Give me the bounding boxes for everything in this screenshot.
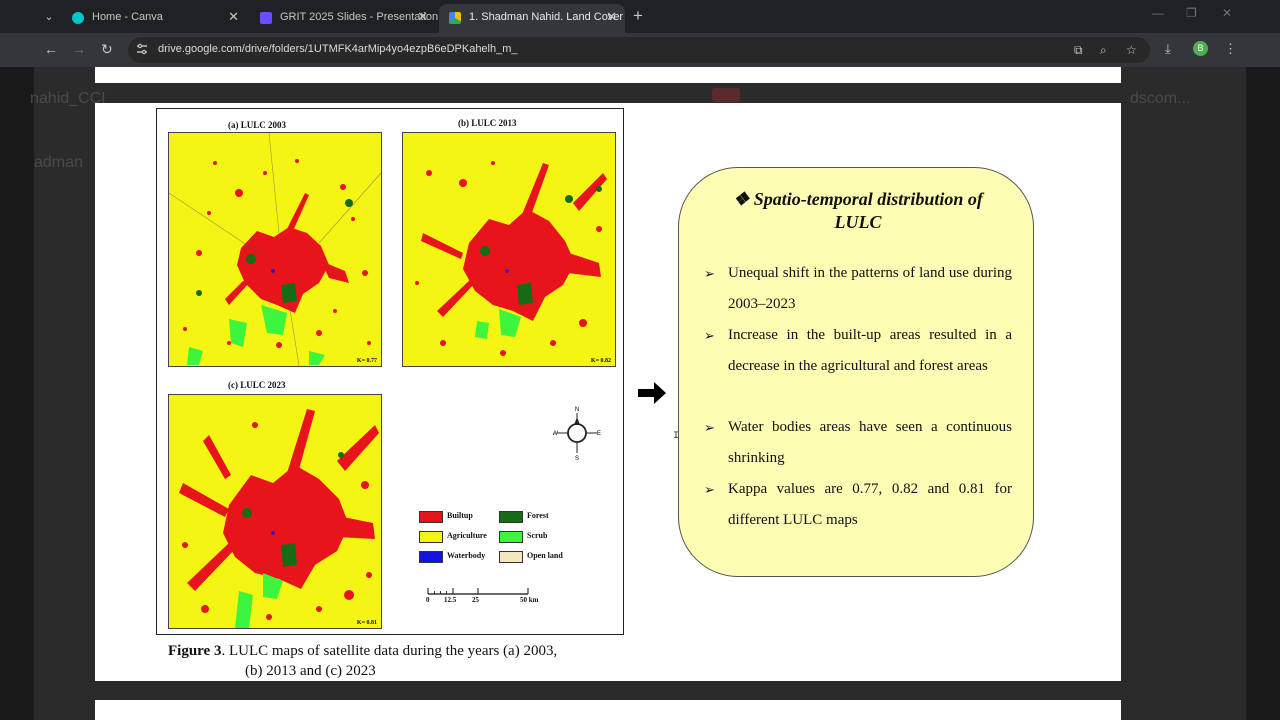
scale-tick-25: 25 xyxy=(472,596,479,604)
install-app-icon[interactable]: ⧉ xyxy=(1074,43,1083,58)
presentation-favicon-icon xyxy=(260,12,272,24)
window-close-icon[interactable]: ✕ xyxy=(1222,6,1232,20)
legend-swatch xyxy=(419,551,443,563)
compass-s: S xyxy=(575,456,579,461)
right-arrow-icon xyxy=(638,382,666,404)
caption-label: Figure 3 xyxy=(168,643,222,659)
reload-icon[interactable]: ↻ xyxy=(101,41,113,58)
bookmark-star-icon[interactable]: ☆ xyxy=(1126,43,1137,57)
figure-panel: (a) LULC 2003 (b) LULC 2013 (c) LULC 202… xyxy=(156,108,624,635)
summary-title: ❖ Spatio-temporal distribution of LULC xyxy=(709,188,1007,234)
kappa-2013: K= 0.82 xyxy=(590,358,611,364)
summary-bullet: ➢ Water bodies areas have seen a continu… xyxy=(704,412,1012,474)
compass-n: N xyxy=(575,407,579,413)
compass-e: E xyxy=(597,431,601,437)
close-tab-icon[interactable]: ✕ xyxy=(606,9,617,25)
tab-title: Home - Canva xyxy=(92,11,163,23)
previous-page-edge xyxy=(95,67,1121,83)
url-text[interactable]: drive.google.com/drive/folders/1UTMFK4ar… xyxy=(158,43,518,55)
legend-label: Open land xyxy=(527,551,563,560)
maximize-icon[interactable]: ❐ xyxy=(1186,6,1197,20)
caption-line-1: . LULC maps of satellite data during the… xyxy=(221,643,558,659)
tab-title: GRIT 2025 Slides - Presentation xyxy=(280,11,439,23)
scale-tick-50: 50 km xyxy=(520,596,539,604)
diamond-bullet-icon: ❖ xyxy=(733,189,750,209)
tab-canva[interactable]: Home - Canva ✕ xyxy=(62,4,247,33)
compass-icon: N S E W xyxy=(552,407,601,462)
lulc-map-2003: K= 0.77 xyxy=(168,132,382,367)
legend-swatch xyxy=(499,531,523,543)
arrow-bullet-icon: ➢ xyxy=(704,328,715,343)
back-arrow-icon[interactable]: ← xyxy=(44,41,58,57)
tab-search-chevron-icon[interactable]: ⌄ xyxy=(38,7,60,27)
tab-grit-slides[interactable]: GRIT 2025 Slides - Presentation ✕ xyxy=(250,4,439,33)
arrow-bullet-icon: ➢ xyxy=(704,420,715,435)
tab-title: 1. Shadman Nahid. Land Cover xyxy=(469,11,624,23)
text-cursor-icon: I xyxy=(673,431,680,442)
caption-line-2: (b) 2013 and (c) 2023 xyxy=(245,663,376,679)
background-badge xyxy=(712,88,740,102)
bullet-text: Increase in the built-up areas resulted … xyxy=(728,327,1012,374)
arrow-bullet-icon: ➢ xyxy=(704,266,715,281)
canva-favicon-icon xyxy=(72,12,84,24)
summary-box: ❖ Spatio-temporal distribution of LULC ➢… xyxy=(678,167,1034,577)
lulc-map-2013: K= 0.82 xyxy=(402,132,616,367)
map-b-label: (b) LULC 2013 xyxy=(458,118,517,128)
summary-bullet: ➢ Kappa values are 0.77, 0.82 and 0.81 f… xyxy=(704,474,1012,536)
figure-caption: Figure 3. LULC maps of satellite data du… xyxy=(168,641,638,681)
map-2003-image xyxy=(169,133,381,366)
browser-menu-icon[interactable]: ⋮ xyxy=(1224,41,1237,57)
bullet-text: Water bodies areas have seen a continuou… xyxy=(728,419,1012,466)
scale-bar: 0 12.5 25 50 km xyxy=(426,584,546,612)
legend-label: Builtup xyxy=(447,511,473,520)
legend-swatch xyxy=(419,531,443,543)
summary-bullet: ➢ Unequal shift in the patterns of land … xyxy=(704,258,1012,320)
map-2023-image xyxy=(169,395,381,628)
legend-label: Agriculture xyxy=(447,531,487,540)
drive-favicon-icon xyxy=(449,12,461,24)
map-2013-image xyxy=(403,133,615,366)
close-tab-icon[interactable]: ✕ xyxy=(228,9,239,25)
kappa-2023: K= 0.81 xyxy=(356,620,377,626)
close-tab-icon[interactable]: ✕ xyxy=(417,9,428,25)
legend-label: Waterbody xyxy=(447,551,486,560)
bullet-text: Unequal shift in the patterns of land us… xyxy=(728,265,1012,312)
summary-bullet: ➢ Increase in the built-up areas resulte… xyxy=(704,320,1012,382)
legend-label: Forest xyxy=(527,511,549,520)
summary-title-text: Spatio-temporal distribution of LULC xyxy=(753,189,983,232)
compass-w: W xyxy=(553,431,558,437)
site-info-icon[interactable] xyxy=(136,43,148,55)
zoom-icon[interactable]: ⌕ xyxy=(1100,43,1107,58)
legend-swatch xyxy=(499,511,523,523)
tab-strip: ⌄ Home - Canva ✕ GRIT 2025 Slides - Pres… xyxy=(0,0,1280,33)
profile-avatar[interactable]: B xyxy=(1193,41,1208,56)
forward-arrow-icon[interactable]: → xyxy=(72,41,86,57)
lulc-map-2023: K= 0.81 xyxy=(168,394,382,629)
scale-tick-0: 0 xyxy=(426,596,430,604)
background-right-text: dscom... xyxy=(1130,90,1191,107)
download-icon[interactable]: ⤓ xyxy=(1165,41,1171,57)
legend-label: Scrub xyxy=(527,531,548,540)
new-tab-plus-icon[interactable]: + xyxy=(633,6,643,26)
tab-land-cover[interactable]: 1. Shadman Nahid. Land Cover ✕ xyxy=(439,4,625,33)
background-file-subtitle: adman xyxy=(34,154,83,171)
arrow-bullet-icon: ➢ xyxy=(704,482,715,497)
north-arrow-compass: N S E W xyxy=(552,405,601,462)
slide-page: (a) LULC 2003 (b) LULC 2013 (c) LULC 202… xyxy=(95,103,1121,681)
legend-swatch xyxy=(499,551,523,563)
map-c-label: (c) LULC 2023 xyxy=(228,380,286,390)
minimize-icon[interactable]: — xyxy=(1152,6,1164,20)
kappa-2003: K= 0.77 xyxy=(356,358,377,364)
map-a-label: (a) LULC 2003 xyxy=(228,120,286,130)
browser-toolbar: ← → ↻ drive.google.com/drive/folders/1UT… xyxy=(0,33,1280,67)
scale-tick-12-5: 12.5 xyxy=(444,596,457,604)
address-bar[interactable]: drive.google.com/drive/folders/1UTMFK4ar… xyxy=(128,37,1150,63)
next-page-edge xyxy=(95,700,1121,720)
legend-swatch xyxy=(419,511,443,523)
bullet-text: Kappa values are 0.77, 0.82 and 0.81 for… xyxy=(728,481,1012,528)
